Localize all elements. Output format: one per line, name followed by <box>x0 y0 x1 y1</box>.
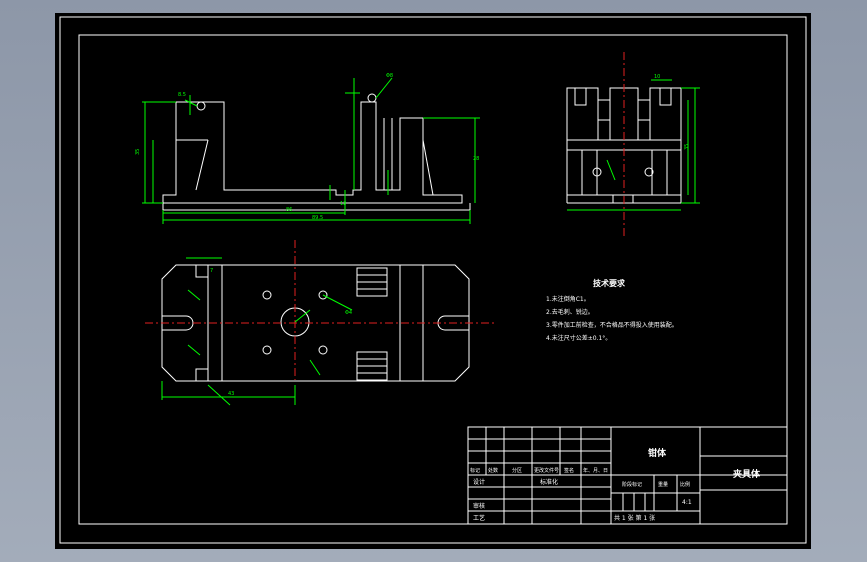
svg-text:28: 28 <box>473 156 479 162</box>
outer-frame <box>59 16 807 544</box>
note-item: 2.去毛刺、锐边。 <box>546 308 594 316</box>
title-block: 钳体 夹具体 标记 处数 分区 更改文件号 签名 年、月、日 设计 标准化 审核… <box>467 426 788 525</box>
sheet-info: 共 1 张 第 1 张 <box>614 514 655 522</box>
col-label: 更改文件号 <box>534 467 559 474</box>
weight-label: 重量 <box>658 481 668 488</box>
col-label: 分区 <box>512 467 522 474</box>
std-label: 标准化 <box>540 478 558 486</box>
scale-value: 4:1 <box>682 499 692 506</box>
note-item: 1.未注倒角C1。 <box>546 295 590 303</box>
row-label-design: 设计 <box>473 478 485 486</box>
side-view: 35 10 <box>566 52 700 236</box>
drawing-name: 夹具体 <box>733 468 761 480</box>
svg-text:Φ8: Φ8 <box>386 73 393 79</box>
col-label: 签名 <box>564 467 574 474</box>
row-label-process: 工艺 <box>473 514 485 522</box>
front-view: 86 89.5 35 28 12 Φ8 8.5 <box>135 73 480 224</box>
col-label: 年、月、日 <box>583 467 608 474</box>
svg-text:35: 35 <box>135 149 141 155</box>
col-label: 处数 <box>488 467 498 474</box>
col-label: 标记 <box>470 467 480 474</box>
stage-label: 阶段标记 <box>622 481 642 488</box>
svg-text:7: 7 <box>210 268 213 274</box>
row-label-review: 审核 <box>473 502 485 510</box>
note-item: 3.零件加工前检查，不合格品不得投入使用装配。 <box>546 321 678 329</box>
svg-text:43: 43 <box>228 391 234 397</box>
cad-drawing: 86 89.5 35 28 12 Φ8 8.5 35 10 43 7 Φ4 技术… <box>59 16 807 544</box>
part-name: 钳体 <box>648 447 667 459</box>
svg-text:86: 86 <box>286 207 292 213</box>
notes-heading: 技术要求 <box>593 278 626 288</box>
top-view: 43 7 Φ4 <box>145 240 495 406</box>
note-item: 4.未注尺寸公差±0.1°。 <box>546 334 611 342</box>
scale-label: 比例 <box>680 481 690 488</box>
technical-notes: 技术要求 1.未注倒角C1。 2.去毛刺、锐边。 3.零件加工前检查，不合格品不… <box>546 278 678 342</box>
svg-text:10: 10 <box>654 74 660 80</box>
svg-text:35: 35 <box>684 144 690 150</box>
svg-text:Φ4: Φ4 <box>345 310 352 316</box>
svg-text:8.5: 8.5 <box>178 92 186 98</box>
svg-text:89.5: 89.5 <box>312 215 323 221</box>
svg-text:12: 12 <box>340 201 346 207</box>
